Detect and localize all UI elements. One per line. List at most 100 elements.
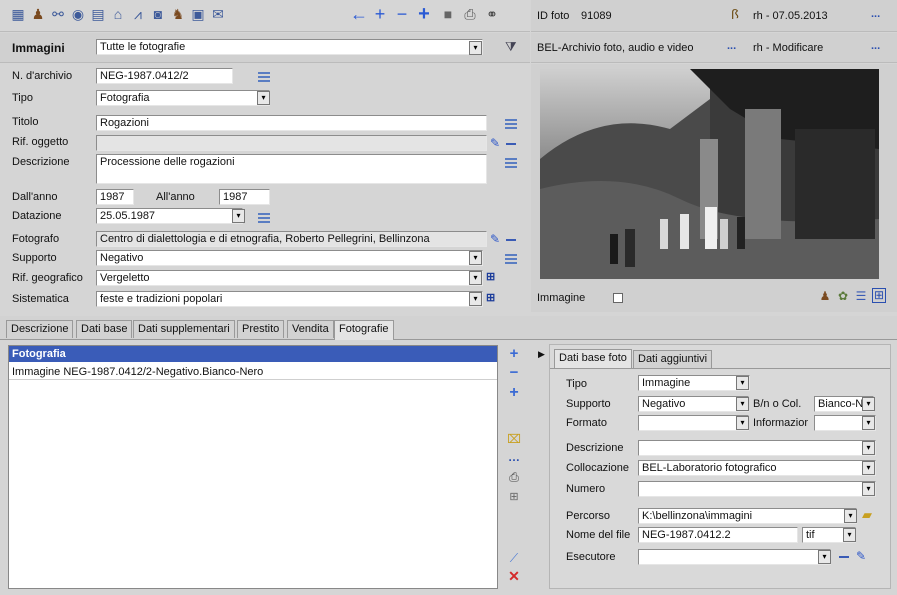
detail-percorso-field[interactable]: K:\bellinzona\immagini [638, 508, 857, 524]
plus-icon[interactable]: + [372, 5, 388, 23]
fotografo-remove-icon[interactable] [506, 239, 516, 241]
list-header[interactable]: Fotografia [9, 346, 497, 362]
supporto-field[interactable]: Negativo [96, 250, 483, 266]
detail-esecutore-edit-icon[interactable]: ✎ [856, 550, 866, 562]
photo-preview[interactable] [540, 69, 879, 279]
fotografo-edit-icon[interactable]: ✎ [490, 233, 500, 245]
subtab-dati-base-foto[interactable]: Dati base foto [554, 349, 632, 369]
grid-icon[interactable]: ⊞ [507, 491, 521, 503]
tipo-field[interactable]: Fotografia [96, 90, 270, 106]
mail-icon[interactable]: ✉ [210, 6, 226, 22]
calendar-icon[interactable]: ▣ [190, 6, 206, 22]
tab-vendita[interactable]: Vendita [287, 320, 334, 338]
datazione-list-icon[interactable] [258, 213, 270, 223]
remove-icon[interactable]: − [507, 365, 521, 380]
modified-more-button[interactable]: ... [871, 39, 880, 53]
supporto-list-icon[interactable] [505, 254, 517, 264]
search-binoculars-icon[interactable]: ⚭ [484, 6, 500, 22]
detail-nome-file-field[interactable]: NEG-1987.0412.2 [638, 527, 798, 543]
detail-estensione-dropdown-icon[interactable]: ▾ [843, 528, 856, 542]
fotografo-field[interactable]: Centro di dialettologia e di etnografia,… [96, 231, 487, 247]
rif-oggetto-remove-icon[interactable] [506, 143, 516, 145]
created-more-button[interactable]: ... [871, 7, 880, 21]
detail-formato-dropdown-icon[interactable]: ▾ [736, 416, 749, 430]
tree-view-icon[interactable]: ⊞ [872, 288, 886, 303]
detail-supporto-dropdown-icon[interactable]: ▾ [736, 397, 749, 411]
detail-esecutore-remove-icon[interactable] [839, 556, 849, 558]
add-bold-icon[interactable]: + [507, 385, 521, 401]
more-icon[interactable]: … [507, 451, 521, 463]
binoculars-icon[interactable]: ⚯ [50, 6, 66, 22]
detail-collocazione-dropdown-icon[interactable]: ▾ [862, 461, 875, 475]
lock-icon[interactable]: ꟗ [731, 8, 739, 22]
selection-dropdown-icon[interactable]: ▾ [469, 41, 482, 55]
detail-expander-icon[interactable]: ▶ [538, 349, 545, 360]
detail-supporto-field[interactable]: Negativo [638, 396, 749, 412]
add-icon[interactable]: + [507, 346, 521, 361]
detail-numero-dropdown-icon[interactable]: ▾ [862, 482, 875, 496]
list-icon[interactable]: ▦ [10, 6, 26, 22]
detail-collocazione-field[interactable]: BEL-Laboratorio fotografico [638, 460, 876, 476]
eye-icon[interactable]: ◉ [70, 6, 86, 22]
sistematica-tree-icon[interactable]: ⊞ [486, 292, 495, 304]
wand-icon[interactable]: ⟋ [507, 552, 521, 564]
user-icon[interactable]: ♟ [818, 290, 832, 302]
detail-percorso-dropdown-icon[interactable]: ▾ [844, 509, 857, 523]
descrizione-field[interactable]: Processione delle rogazioni [96, 154, 487, 184]
tab-dati-base[interactable]: Dati base [76, 320, 133, 338]
allanno-field[interactable]: 1987 [219, 189, 270, 205]
detail-descrizione-field[interactable] [638, 440, 876, 456]
delete-icon[interactable]: ✕ [507, 569, 521, 583]
home-icon[interactable]: ⌂ [110, 6, 126, 22]
photo-list[interactable]: Fotografia Immagine NEG-1987.0412/2-Nega… [8, 345, 498, 589]
tipo-dropdown-icon[interactable]: ▾ [257, 91, 270, 105]
datazione-field[interactable]: 25.05.1987 [96, 208, 243, 224]
arrow-left-icon[interactable]: ← [350, 5, 368, 23]
folder-icon[interactable]: ▰ [862, 508, 872, 522]
dallanno-field[interactable]: 1987 [96, 189, 134, 205]
rif-geografico-dropdown-icon[interactable]: ▾ [469, 271, 482, 285]
camera-icon[interactable]: ◙ [150, 6, 166, 22]
rif-oggetto-field[interactable] [96, 135, 487, 151]
plus-bold-icon[interactable]: + [416, 4, 432, 24]
n-archivio-list-icon[interactable] [258, 72, 270, 82]
folder-open-icon[interactable]: ⌧ [507, 433, 521, 445]
datazione-dropdown-icon[interactable]: ▾ [232, 209, 245, 223]
document-icon[interactable]: ▤ [90, 6, 106, 22]
detail-tipo-field[interactable]: Immagine [638, 375, 750, 391]
tab-prestito[interactable]: Prestito [237, 320, 285, 338]
supporto-dropdown-icon[interactable]: ▾ [469, 251, 482, 265]
detail-numero-field[interactable] [638, 481, 876, 497]
list-view-icon[interactable]: ☰ [854, 290, 868, 302]
rif-geografico-field[interactable]: Vergeletto [96, 270, 483, 286]
chart-icon[interactable]: ⩘ [130, 6, 146, 22]
subtab-dati-aggiuntivi[interactable]: Dati aggiuntivi [633, 350, 713, 368]
tab-descrizione[interactable]: Descrizione [6, 320, 74, 338]
print-icon[interactable]: ⎙ [462, 6, 478, 22]
selection-field[interactable]: Tutte le fotografie [96, 39, 483, 55]
minus-icon[interactable]: − [394, 5, 410, 23]
n-archivio-field[interactable]: NEG-1987.0412/2 [96, 68, 233, 84]
archive-more-button[interactable]: ... [727, 39, 736, 53]
titolo-list-icon[interactable] [505, 119, 517, 129]
rif-oggetto-edit-icon[interactable]: ✎ [490, 137, 500, 149]
globe-icon[interactable]: ✿ [836, 290, 850, 302]
rif-geografico-tree-icon[interactable]: ⊞ [486, 271, 495, 283]
detail-bn-dropdown-icon[interactable]: ▾ [862, 397, 875, 411]
detail-tipo-dropdown-icon[interactable]: ▾ [736, 376, 749, 390]
immagine-checkbox[interactable] [613, 293, 623, 303]
detail-formato-field[interactable] [638, 415, 749, 431]
tab-dati-supplementari[interactable]: Dati supplementari [133, 320, 235, 338]
filter-icon[interactable]: ⧩ [505, 40, 517, 54]
list-item[interactable]: Immagine NEG-1987.0412/2-Negativo.Bianco… [9, 364, 497, 380]
sistematica-field[interactable]: feste e tradizioni popolari [96, 291, 483, 307]
detail-informazioni-dropdown-icon[interactable]: ▾ [862, 416, 875, 430]
sistematica-dropdown-icon[interactable]: ▾ [469, 292, 482, 306]
detail-esecutore-dropdown-icon[interactable]: ▾ [818, 550, 831, 564]
descrizione-list-icon[interactable] [505, 158, 517, 168]
square-icon[interactable]: ■ [440, 6, 456, 22]
print-icon[interactable]: ⎙ [507, 471, 521, 483]
tab-fotografie[interactable]: Fotografie [334, 320, 394, 340]
detail-descrizione-dropdown-icon[interactable]: ▾ [862, 441, 875, 455]
detail-esecutore-field[interactable] [638, 549, 831, 565]
